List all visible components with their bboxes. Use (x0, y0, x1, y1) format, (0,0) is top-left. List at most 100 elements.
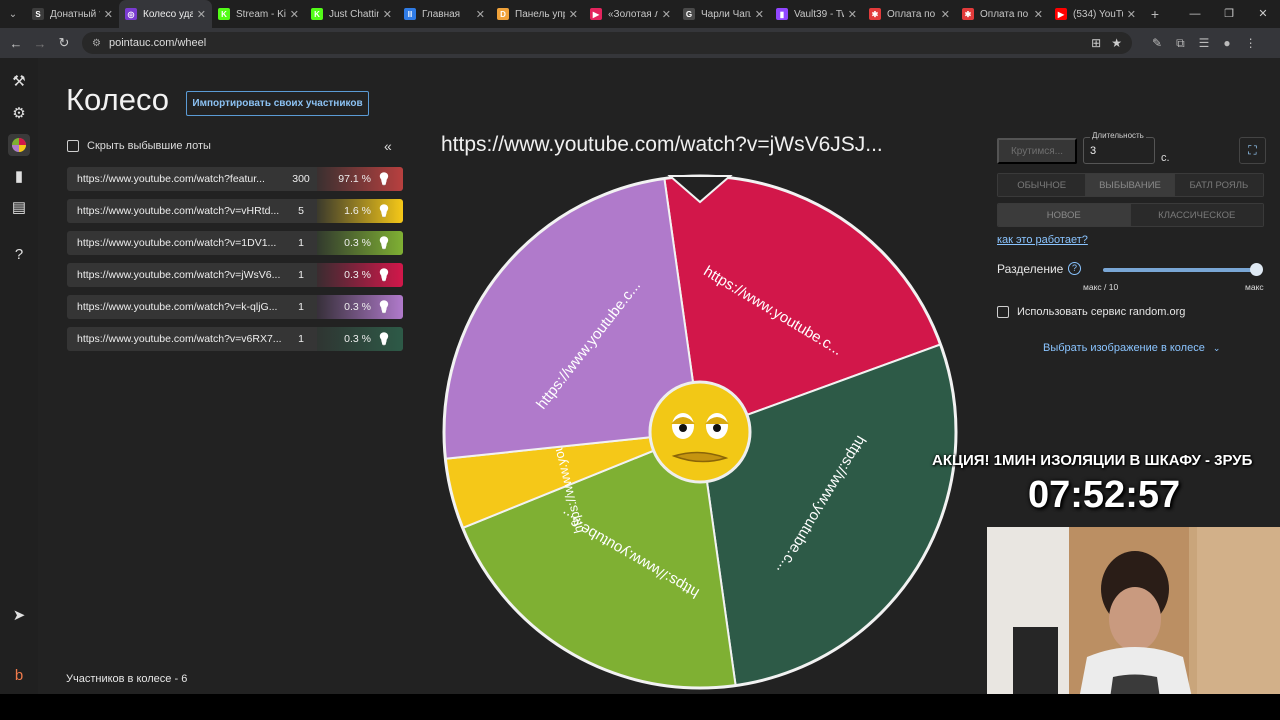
telegram-icon[interactable]: ➤ (8, 604, 30, 626)
browser-tab[interactable]: ✱ Оплата по С ✕ (863, 0, 956, 28)
mode-option[interactable]: ВЫБЫВАНИЕ (1086, 174, 1175, 196)
split-help-icon[interactable]: ? (1068, 262, 1081, 275)
tab-label: Донатный т (50, 8, 100, 20)
tab-favicon-icon: ✱ (869, 8, 881, 20)
help-icon[interactable]: ? (8, 243, 30, 265)
tab-close-icon[interactable]: ✕ (1127, 8, 1136, 21)
tab-search-icon[interactable]: ⌄ (0, 0, 26, 28)
how-it-works-link[interactable]: как это работает? (997, 234, 1088, 246)
hide-eliminated-label: Скрыть выбывшие лоты (87, 140, 211, 152)
lot-row[interactable]: https://www.youtube.com/watch?v=vHRtd...… (67, 199, 403, 223)
tab-close-icon[interactable]: ✕ (104, 8, 113, 21)
wheel-icon[interactable] (8, 134, 30, 156)
browser-tab[interactable]: ✱ Оплата по С ✕ (956, 0, 1049, 28)
lot-bulb-icon[interactable]: 💡 (375, 202, 393, 220)
extension-pen-icon[interactable]: ✎ (1152, 36, 1162, 51)
browser-tab-bar: ⌄ S Донатный т ✕ ◎ Колесо удал ✕ K Stream - Kic… (0, 0, 1280, 28)
browser-tab[interactable]: K Just Chatting ✕ (305, 0, 398, 28)
close-window-icon[interactable]: ✕ (1246, 0, 1280, 28)
mode-option[interactable]: ОБЫЧНОЕ (998, 174, 1087, 196)
tab-close-icon[interactable]: ✕ (290, 8, 299, 21)
lot-bulb-icon[interactable]: 💡 (375, 298, 393, 316)
split-slider-track[interactable] (1103, 268, 1257, 272)
maximize-icon[interactable]: ❐ (1212, 0, 1246, 28)
forward-icon[interactable]: → (28, 36, 52, 51)
split-max-label: макс (1245, 282, 1264, 292)
collapse-panel-icon[interactable]: « (384, 138, 392, 154)
browser-tab[interactable]: K Stream - Kic ✕ (212, 0, 305, 28)
browser-tab[interactable]: ▶ (534) YouTu ✕ (1049, 0, 1142, 28)
tab-label: Just Chatting (329, 8, 379, 20)
url-field[interactable]: ⚙ pointauc.com/wheel ⊞ ★ (82, 32, 1132, 54)
wheel-image-select[interactable]: Выбрать изображение в колесе ⌄ (1043, 342, 1220, 354)
new-tab-button[interactable]: + (1142, 6, 1168, 22)
tab-label: Stream - Kic (236, 8, 286, 20)
tab-favicon-icon: ▮ (776, 8, 788, 20)
lot-row[interactable]: https://www.youtube.com/watch?v=k-qljG..… (67, 295, 403, 319)
duration-label: Длительность (1090, 131, 1146, 140)
variant-option[interactable]: КЛАССИЧЕСКОЕ (1130, 204, 1263, 226)
tab-close-icon[interactable]: ✕ (1034, 8, 1043, 21)
browser-tab[interactable]: ▮ Vault39 - Tw ✕ (770, 0, 863, 28)
fullscreen-button[interactable]: ⛶ (1239, 137, 1266, 164)
tab-close-icon[interactable]: ✕ (197, 8, 206, 21)
prize-wheel[interactable]: https://www.youtube.c...https://www.yout… (438, 170, 962, 694)
lot-bulb-icon[interactable]: 💡 (375, 170, 393, 188)
mode-option[interactable]: БАТЛ РОЯЛЬ (1174, 174, 1263, 196)
current-winner-title: https://www.youtube.com/watch?v=jWsV6JSJ… (441, 133, 883, 156)
tab-close-icon[interactable]: ✕ (476, 8, 485, 21)
lot-amount: 300 (292, 173, 310, 185)
tab-close-icon[interactable]: ✕ (755, 8, 764, 21)
lot-bulb-icon[interactable]: 💡 (375, 330, 393, 348)
history-clipboard-icon[interactable]: ▤ (8, 196, 30, 218)
bookmark-star-icon[interactable]: ★ (1111, 36, 1122, 50)
import-participants-button[interactable]: Импортировать своих участников (186, 91, 369, 116)
tab-close-icon[interactable]: ✕ (848, 8, 857, 21)
split-slider-thumb[interactable] (1250, 263, 1263, 276)
statistics-icon[interactable]: ▮ (8, 165, 30, 187)
checkbox-box[interactable] (997, 306, 1009, 318)
site-info-icon[interactable]: ⚙ (92, 38, 101, 49)
profile-avatar-icon[interactable]: ● (1223, 36, 1230, 51)
variant-option[interactable]: НОВОЕ (998, 204, 1131, 226)
extensions-puzzle-icon[interactable]: ⧉ (1176, 36, 1185, 51)
browser-tab[interactable]: ll Главная ✕ (398, 0, 491, 28)
lot-row[interactable]: https://www.youtube.com/watch?v=1DV1... 1… (67, 231, 403, 255)
lot-bulb-icon[interactable]: 💡 (375, 234, 393, 252)
back-icon[interactable]: ← (4, 36, 28, 51)
reading-list-icon[interactable]: ☰ (1199, 36, 1210, 51)
spin-button[interactable]: Крутимся... (997, 138, 1077, 164)
boosty-icon[interactable]: b (8, 664, 30, 686)
duration-value[interactable]: 3 (1090, 145, 1096, 157)
browser-tab[interactable]: D Панель упр ✕ (491, 0, 584, 28)
reload-icon[interactable]: ↻ (52, 35, 76, 51)
lot-amount: 5 (298, 205, 304, 217)
tab-close-icon[interactable]: ✕ (383, 8, 392, 21)
hide-eliminated-checkbox[interactable]: Скрыть выбывшие лоты (67, 140, 211, 152)
lot-name: https://www.youtube.com/watch?v=k-qljG..… (77, 301, 278, 313)
lot-amount: 1 (298, 269, 304, 281)
lot-bulb-icon[interactable]: 💡 (375, 266, 393, 284)
minimize-icon[interactable]: — (1178, 0, 1212, 28)
browser-tab[interactable]: ▶ «Золотая лі ✕ (584, 0, 677, 28)
settings-gear-icon[interactable]: ⚙ (8, 102, 30, 124)
browser-tab[interactable]: ◎ Колесо удал ✕ (119, 0, 212, 28)
browser-tab[interactable]: G Чарли Чапл ✕ (677, 0, 770, 28)
lot-percent: 97.1 % (338, 173, 371, 185)
browser-menu-icon[interactable]: ⋮ (1245, 36, 1257, 51)
tab-close-icon[interactable]: ✕ (569, 8, 578, 21)
random-org-checkbox[interactable]: Использовать сервис random.org (997, 306, 1185, 318)
browser-tab[interactable]: S Донатный т ✕ (26, 0, 119, 28)
auction-hammer-icon[interactable]: ⚒ (8, 70, 30, 92)
lot-name: https://www.youtube.com/watch?v=vHRtd... (77, 205, 280, 217)
lot-row[interactable]: https://www.youtube.com/watch?featur... 3… (67, 167, 403, 191)
tab-strip: SДонатный т✕◎Колесо удал✕KStream - Kic✕K… (26, 0, 1142, 28)
lot-row[interactable]: https://www.youtube.com/watch?v=jWsV6...… (67, 263, 403, 287)
lot-row[interactable]: https://www.youtube.com/watch?v=v6RX7...… (67, 327, 403, 351)
lot-name: https://www.youtube.com/watch?v=v6RX7... (77, 333, 282, 345)
tab-close-icon[interactable]: ✕ (941, 8, 950, 21)
tab-close-icon[interactable]: ✕ (662, 8, 671, 21)
translate-icon[interactable]: ⊞ (1091, 36, 1101, 50)
checkbox-box[interactable] (67, 140, 79, 152)
tab-favicon-icon: D (497, 8, 509, 20)
